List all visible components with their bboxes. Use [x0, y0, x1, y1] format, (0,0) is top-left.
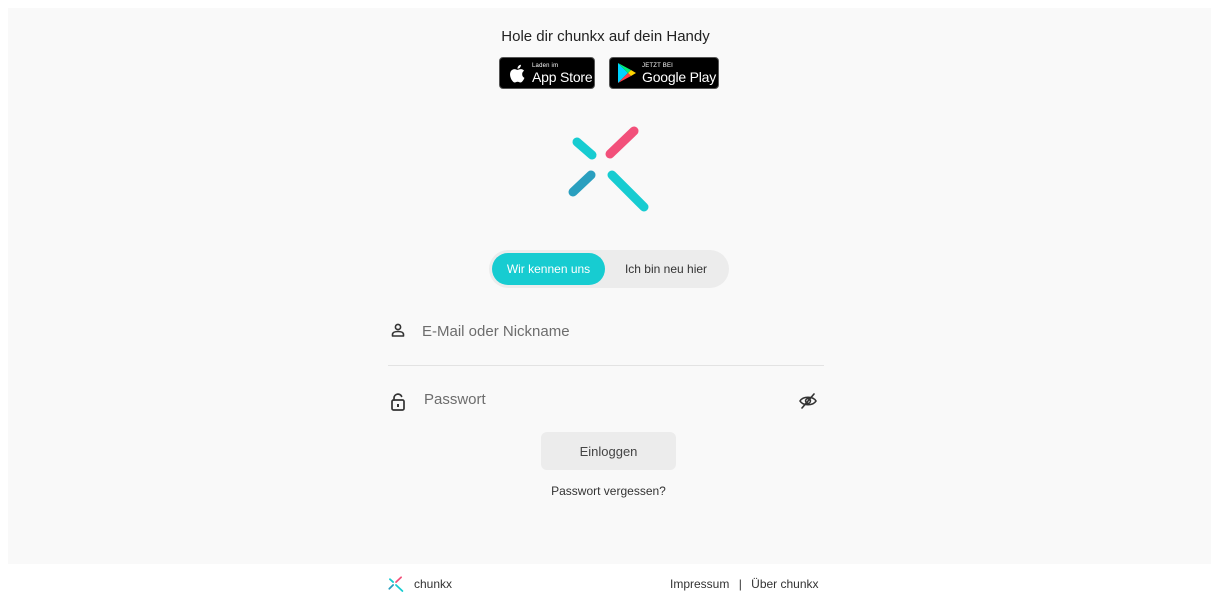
user-icon	[388, 320, 408, 340]
app-store-small-text: Laden im	[532, 62, 559, 69]
password-field	[388, 382, 824, 422]
login-register-toggle: Wir kennen uns Ich bin neu hier	[489, 250, 729, 288]
app-store-badge[interactable]: Laden im App Store	[499, 57, 595, 89]
google-play-badge[interactable]: JETZT BEI Google Play	[609, 57, 719, 89]
footer-chunkx-logo	[388, 576, 404, 592]
login-button[interactable]: Einloggen	[541, 432, 676, 470]
tab-register[interactable]: Ich bin neu hier	[607, 253, 725, 285]
google-play-icon	[616, 62, 638, 84]
username-field	[388, 312, 824, 366]
google-play-big-text: Google Play	[642, 68, 717, 85]
username-input[interactable]	[420, 318, 814, 344]
impressum-link[interactable]: Impressum	[670, 577, 729, 591]
app-store-big-text: App Store	[532, 68, 593, 85]
password-input[interactable]	[422, 386, 786, 412]
lock-icon	[388, 392, 408, 412]
footer-separator: |	[738, 577, 742, 591]
tab-login[interactable]: Wir kennen uns	[492, 253, 605, 285]
about-link[interactable]: Über chunkx	[751, 577, 818, 591]
footer-links: Impressum | Über chunkx	[670, 577, 819, 591]
chunkx-logo	[568, 126, 649, 212]
eye-off-icon[interactable]	[797, 390, 819, 412]
footer-brand-name: chunkx	[414, 577, 453, 591]
forgot-password-link[interactable]: Passwort vergessen?	[0, 484, 1211, 498]
google-play-small-text: JETZT BEI	[642, 62, 674, 69]
apple-icon	[506, 62, 528, 84]
app-promo-title: Hole dir chunkx auf dein Handy	[501, 28, 710, 45]
